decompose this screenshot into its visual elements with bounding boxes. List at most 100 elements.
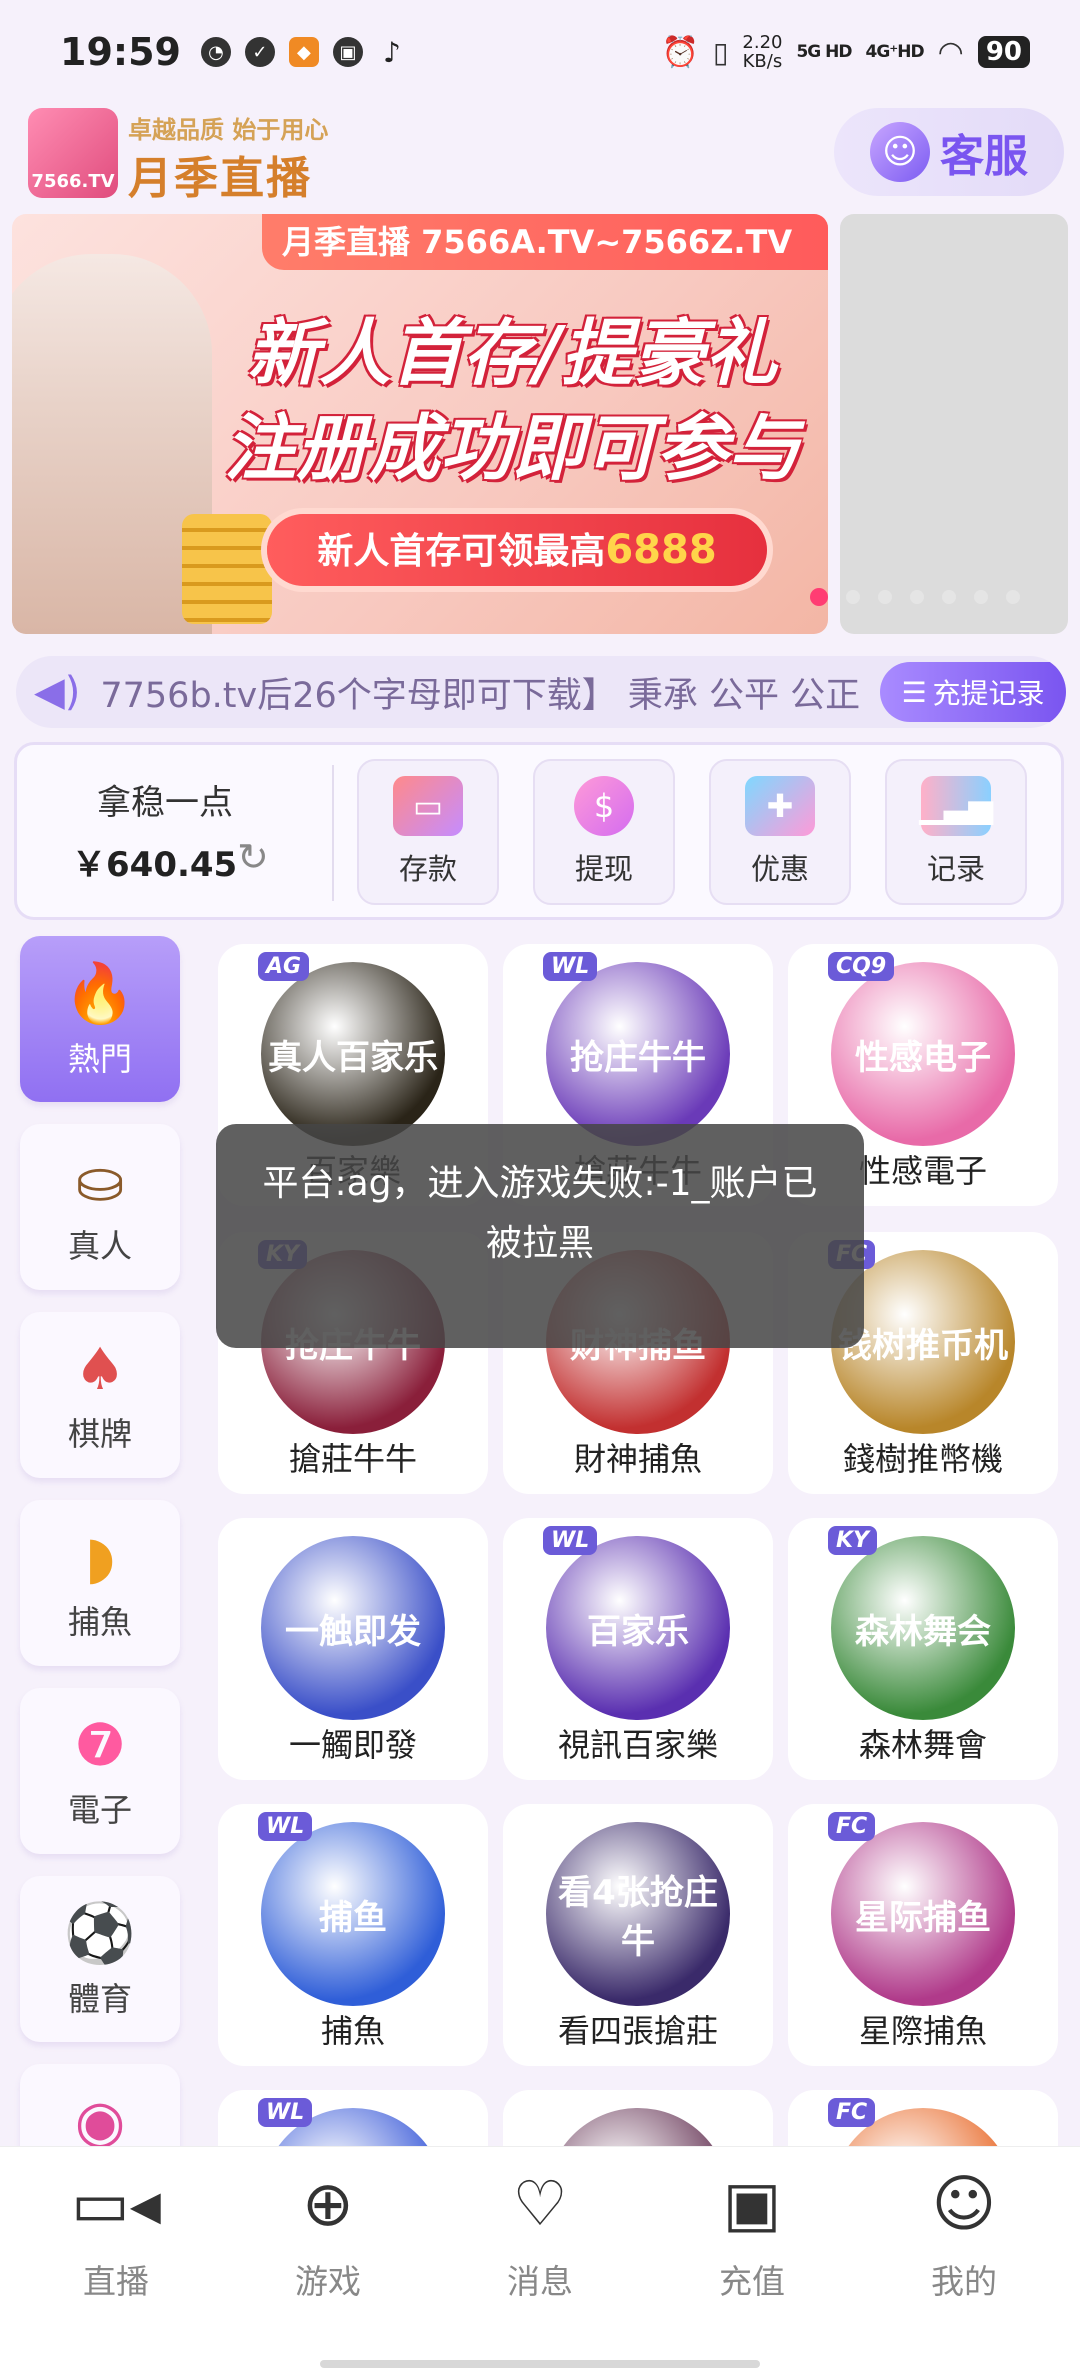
- home-indicator[interactable]: [320, 2360, 760, 2368]
- sim2-signal: 4G⁺HD: [865, 42, 925, 62]
- money-bag-icon: $: [574, 776, 634, 836]
- nav-live[interactable]: ▭◂ 直播: [10, 2147, 222, 2376]
- wallet-panel: 拿稳一点 ￥640.45 ↻ ▭ 存款 $ 提现 ✚ 优惠 ▁▃▅ 记录: [14, 742, 1064, 920]
- wallet-title: 拿稳一点: [97, 783, 233, 823]
- carousel-dot-active[interactable]: [810, 588, 828, 606]
- promotions-button[interactable]: ✚ 优惠: [709, 759, 851, 905]
- slot-icon: ❼: [74, 1711, 126, 1779]
- carousel-dot[interactable]: [974, 590, 988, 604]
- deposit-withdraw-record-button[interactable]: ☰ 充提记录: [880, 662, 1066, 722]
- card-icon: ▭: [393, 776, 463, 836]
- fish-icon: ◗: [84, 1523, 116, 1591]
- wallet-divider: [332, 765, 334, 901]
- next-banner-preview[interactable]: [840, 214, 1068, 634]
- check-icon: ✓: [244, 37, 275, 67]
- status-time: 19:59: [60, 30, 181, 74]
- message-icon: ▣: [332, 37, 363, 67]
- notification-icons: ◔ ✓ ◆ ▣ ♪: [200, 35, 407, 69]
- category-fishing[interactable]: ◗ 捕魚: [20, 1500, 180, 1666]
- chip-icon: ⛀: [75, 1147, 125, 1215]
- provider-badge: FC: [828, 1812, 876, 1841]
- bottom-navigation: ▭◂ 直播 ⊕ 游戏 ♡ 消息 ▣ 充值 ☺ 我的: [0, 2146, 1080, 2376]
- chat-bubbles-icon: ♡: [512, 2167, 568, 2240]
- provider-badge: WL: [543, 1526, 598, 1555]
- game-thumbnail: 百家乐: [546, 1536, 730, 1720]
- gift-icon: ✚: [745, 776, 815, 836]
- withdraw-button[interactable]: $ 提现: [533, 759, 675, 905]
- bar-chart-icon: ▁▃▅: [919, 776, 993, 836]
- provider-badge: WL: [543, 952, 598, 981]
- game-thumbnail: 看4张抢庄牛: [546, 1822, 730, 2006]
- banner-offer-pill: 新人首存可领最高6888: [267, 514, 767, 586]
- game-card[interactable]: 百家乐 WL 視訊百家樂: [503, 1518, 773, 1780]
- error-toast: 平台:ag，进入游戏失败:-1_账户已被拉黑: [216, 1124, 864, 1348]
- customer-service-label: 客服: [940, 131, 1028, 182]
- category-cards[interactable]: ♠ 棋牌: [20, 1312, 180, 1478]
- game-card[interactable]: 看4张抢庄牛看四張搶莊: [503, 1804, 773, 2066]
- game-name: 錢樹推幣機: [842, 1440, 1003, 1478]
- game-card[interactable]: 捕鱼 WL 捕魚: [218, 1804, 488, 2066]
- wifi-icon: ◠: [937, 34, 964, 70]
- status-bar: 19:59 ◔ ✓ ◆ ▣ ♪ ⏰ ▯ 2.20 KB/s 5G HD 4G⁺H…: [0, 0, 1080, 104]
- app-slogan: 卓越品质 始于用心: [128, 116, 329, 144]
- nav-recharge[interactable]: ▣ 充值: [646, 2147, 858, 2376]
- game-name: 看四張搶莊: [557, 2012, 718, 2050]
- coins-illustration: [182, 514, 272, 624]
- game-name: 一觸即發: [288, 1726, 417, 1764]
- records-button[interactable]: ▁▃▅ 记录: [885, 759, 1027, 905]
- carousel-dot[interactable]: [910, 590, 924, 604]
- game-card[interactable]: 星际捕鱼 FC 星際捕魚: [788, 1804, 1058, 2066]
- app-name: 月季直播: [128, 153, 312, 204]
- carousel-dot[interactable]: [846, 590, 860, 604]
- soccer-icon: ⚽: [63, 1898, 137, 1967]
- app-header: 7566.TV 卓越品质 始于用心 月季直播 ☺ 客服: [0, 104, 1080, 204]
- banner-domain-text: 月季直播 7566A.TV~7566Z.TV: [262, 214, 828, 270]
- deposit-button[interactable]: ▭ 存款: [357, 759, 499, 905]
- category-sports[interactable]: ⚽ 體育: [20, 1876, 180, 2042]
- banner-headline-1: 新人首存/提豪礼: [246, 311, 778, 395]
- cards-icon: ♠: [74, 1335, 126, 1403]
- game-thumbnail: 性感电子: [831, 962, 1015, 1146]
- network-speed: 2.20 KB/s: [742, 32, 783, 72]
- headset-icon: ☺: [870, 122, 930, 182]
- nav-games[interactable]: ⊕ 游戏: [222, 2147, 434, 2376]
- game-card[interactable]: 森林舞会 KY 森林舞會: [788, 1518, 1058, 1780]
- game-name: 財神捕魚: [573, 1440, 702, 1478]
- fire-icon: 🔥: [63, 958, 137, 1027]
- notice-text: 7756b.tv后26个字母即可下载】 秉承 公平 公正: [100, 675, 861, 716]
- game-thumbnail: 森林舞会: [831, 1536, 1015, 1720]
- carousel-dot[interactable]: [878, 590, 892, 604]
- nav-messages[interactable]: ♡ 消息: [434, 2147, 646, 2376]
- battery-indicator: 90: [977, 36, 1030, 68]
- game-name: 搶莊牛牛: [288, 1440, 417, 1478]
- carousel-dot[interactable]: [1006, 590, 1020, 604]
- tiktok-icon: ♪: [383, 35, 401, 69]
- wallet-balance: ￥640.45: [72, 845, 238, 885]
- provider-badge: CQ9: [828, 952, 895, 981]
- game-name: 捕魚: [320, 2012, 385, 2050]
- smile-face-icon: ☺: [931, 2167, 997, 2240]
- carousel-dot[interactable]: [942, 590, 956, 604]
- game-thumbnail: 捕鱼: [261, 1822, 445, 2006]
- system-icons: ⏰ ▯ 2.20 KB/s 5G HD 4G⁺HD ◠ 90: [662, 33, 1030, 71]
- provider-badge: KY: [828, 1526, 877, 1555]
- app-logo[interactable]: 7566.TV: [28, 108, 118, 198]
- wechat-icon: ◔: [200, 37, 231, 67]
- game-name: 森林舞會: [858, 1726, 987, 1764]
- notice-marquee[interactable]: ◀) 7756b.tv后26个字母即可下载】 秉承 公平 公正 ☰ 充提记录: [16, 656, 1066, 728]
- category-hot[interactable]: 🔥 熱門: [20, 936, 180, 1102]
- banner-headline-2: 注册成功即可参与: [223, 406, 800, 490]
- provider-badge: WL: [258, 2098, 313, 2127]
- nav-profile[interactable]: ☺ 我的: [858, 2147, 1070, 2376]
- provider-badge: AG: [258, 952, 310, 981]
- customer-service-button[interactable]: ☺ 客服: [834, 108, 1064, 196]
- gamepad-icon: ⊕: [302, 2167, 354, 2240]
- provider-badge: WL: [258, 1812, 313, 1841]
- refresh-icon[interactable]: ↻: [237, 835, 269, 879]
- category-live[interactable]: ⛀ 真人: [20, 1124, 180, 1290]
- video-camera-icon: ▭◂: [71, 2167, 161, 2240]
- category-slots[interactable]: ❼ 電子: [20, 1688, 180, 1854]
- promo-banner[interactable]: 月季直播 7566A.TV~7566Z.TV 新人首存/提豪礼 注册成功即可参与…: [12, 214, 828, 634]
- speaker-icon: ◀): [34, 669, 81, 715]
- game-card[interactable]: 一触即发 一觸即發: [218, 1518, 488, 1780]
